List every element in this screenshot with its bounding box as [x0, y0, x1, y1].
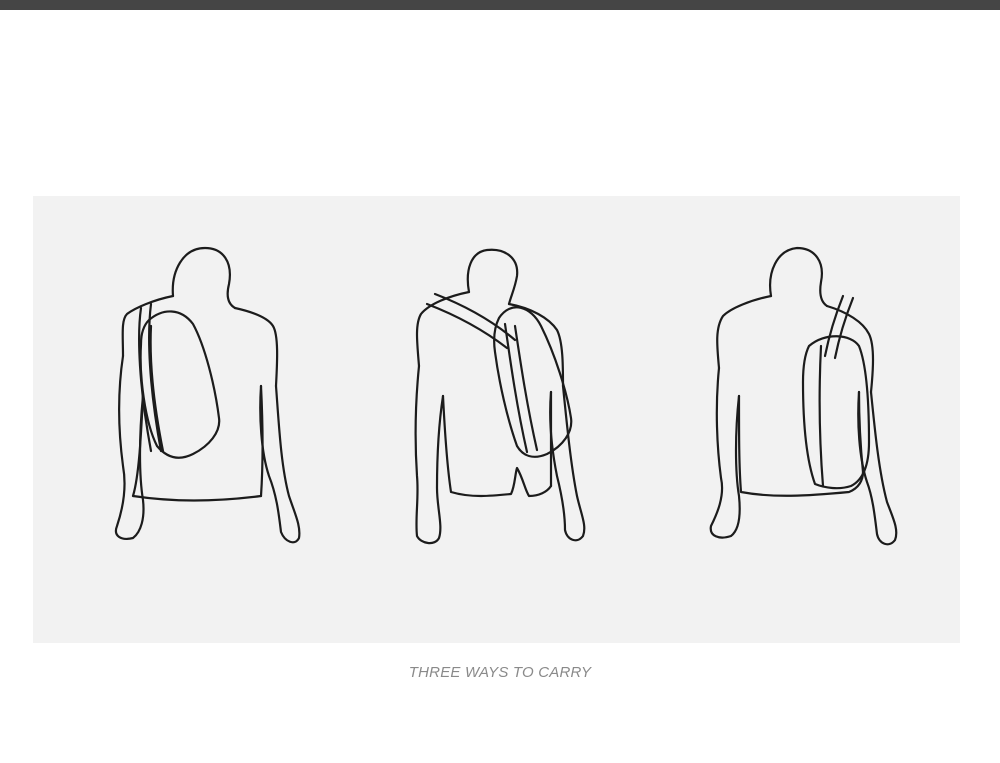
page: THREE WAYS TO CARRY: [0, 0, 1000, 763]
figure-sling-left-shoulder: [93, 196, 353, 643]
top-bar: [0, 0, 1000, 10]
figure-drawing-2: [414, 248, 586, 545]
figure-drawing-1: [114, 246, 301, 544]
caption: THREE WAYS TO CARRY: [408, 664, 592, 681]
figure-crossbody-front: [391, 196, 651, 643]
figure-drawing-3: [709, 246, 898, 546]
figure-backpack-shoulder: [683, 196, 943, 643]
illustration-panel: [33, 196, 960, 643]
